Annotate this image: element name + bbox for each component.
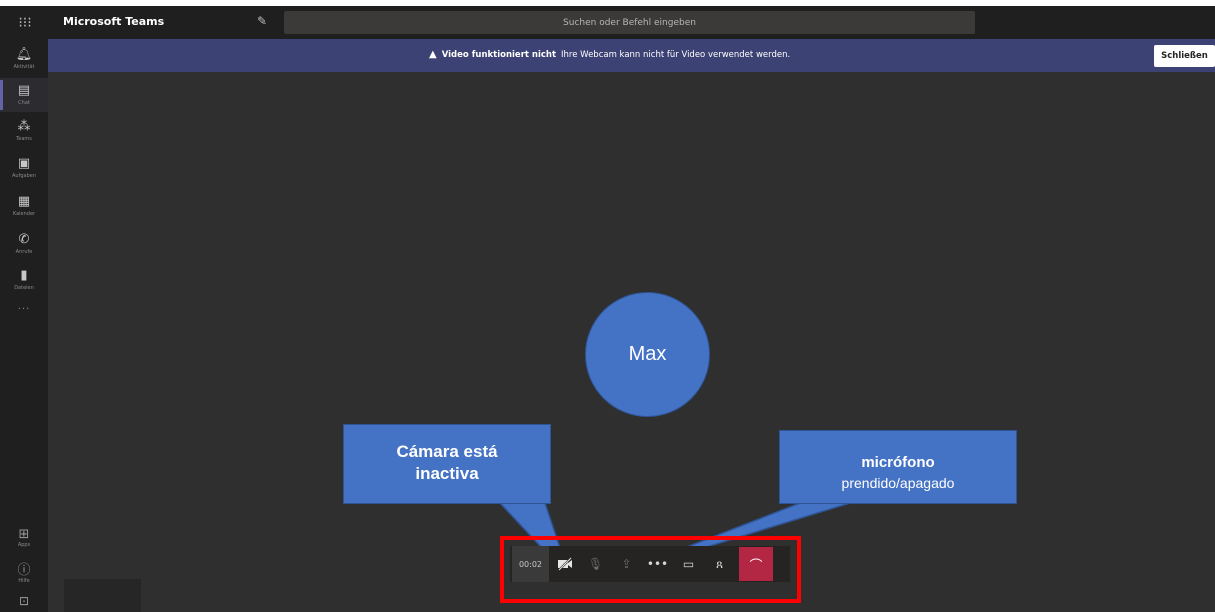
rail-item-apps[interactable]: ⊞ Apps (0, 527, 48, 557)
app-rail: 🔔︎ Aktivität ▤ Chat ⁂ Teams ▣ Aufgaben ▦… (0, 39, 48, 612)
rail-item-teams[interactable]: ⁂ Teams (0, 114, 48, 148)
mic-callout-title: micrófono (861, 454, 935, 471)
new-chat-icon[interactable]: ✎ (257, 14, 273, 30)
banner-message: ▲ Video funktioniert nicht Ihre Webcam k… (429, 49, 790, 60)
share-screen-icon[interactable]: ⇪ (611, 546, 642, 582)
teams-window: ⁝⁝⁝ Microsoft Teams ✎ Suchen oder Befehl… (0, 6, 1215, 612)
video-warning-banner: ▲ Video funktioniert nicht Ihre Webcam k… (48, 39, 1215, 72)
chat-icon: ▤ (17, 83, 31, 98)
rail-item-files[interactable]: ▮ Dateien (0, 263, 48, 297)
teams-icon: ⁂ (17, 119, 31, 134)
rail-item-activity[interactable]: 🔔︎ Aktivität (0, 42, 48, 76)
rail-item-label: Apps (17, 542, 31, 548)
banner-text: Ihre Webcam kann nicht für Video verwend… (561, 49, 791, 60)
camera-callout: Cámara está inactiva (343, 424, 551, 504)
more-apps-icon[interactable]: ··· (0, 304, 48, 315)
chat-toggle-icon[interactable]: ▭ (673, 546, 704, 582)
more-icon[interactable]: ••• (642, 546, 673, 582)
participants-icon[interactable]: ጸ (704, 546, 735, 582)
hang-up-button[interactable]: ⌒ (739, 547, 773, 581)
close-banner-button[interactable]: Schließen (1154, 45, 1215, 67)
rail-item-calls[interactable]: ✆ Anrufe (0, 227, 48, 261)
search-placeholder: Suchen oder Befehl eingeben (563, 17, 696, 28)
banner-title: Video funktioniert nicht (441, 49, 557, 60)
app-title: Microsoft Teams (63, 15, 165, 28)
call-controls: 00:02 🎙︎ ⇪ ••• ▭ ጸ ⌒ (510, 546, 790, 582)
apps-icon: ⊞ (18, 527, 30, 542)
rail-item-calendar[interactable]: ▦ Kalender (0, 189, 48, 223)
camera-callout-line1: Cámara está (396, 442, 498, 461)
rail-item-label: Dateien (14, 285, 34, 291)
warning-icon: ▲ (429, 49, 437, 60)
self-view-tile (64, 579, 141, 612)
rail-item-label: Aufgaben (11, 173, 36, 179)
rail-item-label: Hilfe (18, 578, 30, 584)
rail-item-label: Anrufe (15, 249, 33, 255)
rail-item-label: Aktivität (13, 64, 35, 70)
hang-up-icon: ⌒ (749, 558, 763, 574)
mic-callout-subtitle: prendido/apagado (841, 475, 955, 491)
camera-callout-line2: inactiva (415, 464, 479, 483)
device-settings-icon[interactable]: ⊡ (0, 594, 48, 612)
phone-icon: ✆ (18, 232, 30, 247)
rail-item-help[interactable]: ⓘ Hilfe (0, 559, 48, 589)
tasks-icon: ▣ (17, 156, 31, 171)
camera-off-icon[interactable] (549, 546, 580, 582)
bell-icon: 🔔︎ (15, 47, 33, 62)
title-bar: ⁝⁝⁝ Microsoft Teams ✎ Suchen oder Befehl… (0, 6, 1215, 39)
mic-icon[interactable]: 🎙︎ (580, 546, 611, 582)
help-icon: ⓘ (17, 563, 31, 578)
rail-item-label: Kalender (12, 211, 36, 217)
mic-callout: micrófono prendido/apagado (779, 430, 1017, 504)
calendar-icon: ▦ (17, 194, 31, 209)
rail-item-chat[interactable]: ▤ Chat (0, 78, 48, 112)
rail-item-label: Chat (18, 100, 30, 106)
app-launcher-icon[interactable]: ⁝⁝⁝ (0, 6, 50, 39)
participant-name: Max (628, 343, 667, 365)
rail-item-label: Teams (16, 136, 32, 142)
participant-avatar: Max (585, 292, 710, 417)
search-input[interactable]: Suchen oder Befehl eingeben (284, 11, 975, 34)
rail-item-tasks[interactable]: ▣ Aufgaben (0, 151, 48, 185)
file-icon: ▮ (20, 268, 28, 283)
call-timer: 00:02 (512, 546, 549, 582)
